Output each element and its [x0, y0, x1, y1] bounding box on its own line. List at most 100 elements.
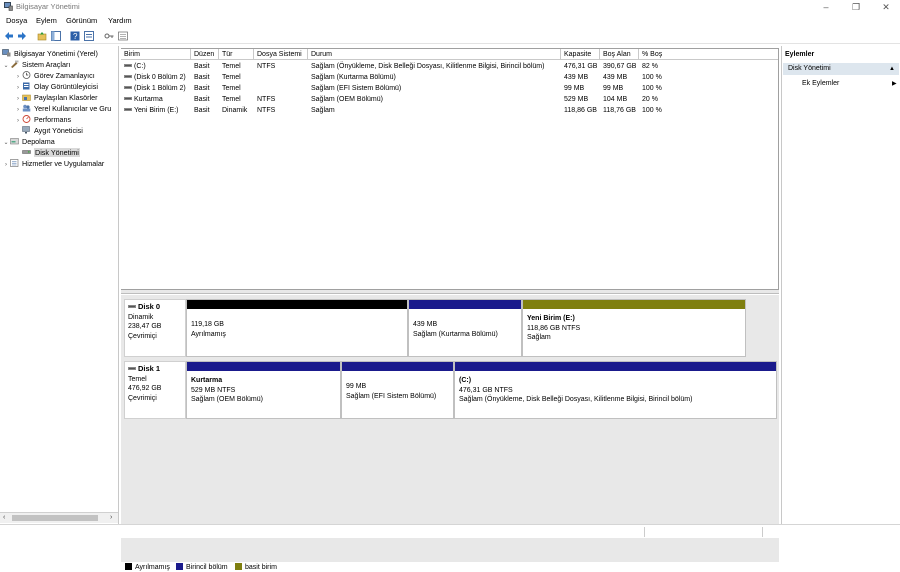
disk-type: Dinamik [128, 313, 154, 321]
disk-size: 476,92 GB [128, 385, 162, 392]
table-cell: NTFS [257, 63, 276, 70]
forward-icon[interactable] [17, 31, 27, 41]
table-cell: 100 % [642, 85, 662, 92]
actions-pane: Eylemler Disk Yönetimi ▲ Ek Eylemler ▶ [781, 46, 900, 524]
column-header-yuzde-bos[interactable]: % Boş [639, 49, 778, 60]
column-header-birim[interactable]: Birim [121, 49, 191, 60]
status-bar [0, 524, 900, 538]
tree-item-root[interactable]: Bilgisayar Yönetimi (Yerel) [2, 48, 98, 59]
partition-title: Kurtarma [191, 377, 223, 384]
table-cell: (Disk 0 Bölüm 2) [121, 72, 191, 83]
volume-name: Kurtarma [134, 96, 163, 103]
properties-icon[interactable] [84, 31, 94, 41]
legend-item-simple-volume: basit birim [235, 563, 277, 572]
tree-item-local-users[interactable]: › Yerel Kullanıcılar ve Gru [14, 103, 111, 114]
table-cell: Basit [194, 96, 210, 103]
tree-item-services[interactable]: › Hizmetler ve Uygulamalar [2, 158, 104, 169]
more-actions-item[interactable]: Ek Eylemler ▶ [802, 80, 897, 87]
table-cell: Basit [194, 85, 210, 92]
column-header-bos-alan[interactable]: Boş Alan [600, 49, 639, 60]
tree-horizontal-scrollbar[interactable]: ‹ › [0, 512, 118, 523]
restore-button[interactable]: ❐ [842, 0, 870, 14]
tree-item-event-viewer[interactable]: › Olay Görüntüleyicisi [14, 81, 98, 92]
close-button[interactable]: ✕ [872, 0, 900, 14]
partition-bar [342, 362, 453, 371]
partition-efi[interactable]: 99 MB Sağlam (EFI Sistem Bölümü) [341, 361, 454, 419]
partition-new-volume-e[interactable]: Yeni Birim (E:) 118,86 GB NTFS Sağlam [522, 299, 746, 357]
scroll-left-icon[interactable]: ‹ [3, 513, 5, 523]
tree-item-storage[interactable]: ⌄ Depolama [2, 136, 54, 149]
tree-item-shared-folders[interactable]: › Paylaşılan Klasörler [14, 92, 98, 103]
legend-swatch [235, 563, 242, 570]
submenu-arrow-icon: ▶ [892, 81, 897, 87]
tree-label-disk-management: Disk Yönetimi [34, 148, 80, 157]
partition-status: Sağlam (EFI Sistem Bölümü) [346, 392, 437, 400]
tree-item-task-scheduler[interactable]: › Görev Zamanlayıcı [14, 70, 95, 81]
table-cell: 82 % [642, 63, 658, 70]
disk-label[interactable]: Disk 1 Temel 476,92 GB Çevrimiçi [124, 361, 186, 419]
pane-splitter[interactable] [121, 290, 779, 294]
menu-yardim[interactable]: Yardım [108, 16, 132, 25]
table-row[interactable]: (Disk 0 Bölüm 2) Basit Temel Sağlam (Kurtar… [121, 72, 778, 83]
collapse-up-icon[interactable]: ▲ [889, 63, 895, 75]
legend-label: Birincil bölüm [186, 564, 228, 571]
menu-dosya[interactable]: Dosya [6, 16, 27, 25]
partition-bar [455, 362, 776, 371]
legend-swatch [176, 563, 183, 570]
menu-eylem[interactable]: Eylem [36, 16, 57, 25]
tree-item-system-tools[interactable]: ⌄ Sistem Araçları [2, 59, 70, 70]
table-cell: 439 MB [603, 74, 628, 81]
show-hide-tree-icon[interactable] [51, 31, 61, 41]
table-cell: 100 % [642, 107, 662, 114]
table-cell: 476,31 GB [564, 63, 598, 70]
scroll-thumb[interactable] [12, 515, 98, 521]
column-header-dosya-sistemi[interactable]: Dosya Sistemi [254, 49, 308, 60]
legend-swatch [125, 563, 132, 570]
partition-kurtarma[interactable]: Kurtarma 529 MB NTFS Sağlam (OEM Bölümü) [186, 361, 341, 419]
partition-size: 476,31 GB NTFS [459, 386, 513, 394]
volume-name: (C:) [134, 63, 146, 70]
menu-bar: Dosya Eylem Görünüm Yardım [0, 15, 900, 27]
table-row[interactable]: (C:) Basit Temel NTFS Sağlam (Önyükleme, Dis… [121, 61, 778, 72]
users-icon [22, 104, 31, 112]
chevron-down-icon[interactable]: ⌄ [2, 61, 10, 72]
partition-unallocated[interactable]: 119,18 GB Ayrılmamış [186, 299, 408, 357]
chevron-right-icon[interactable]: › [14, 116, 22, 127]
partition-c[interactable]: (C:) 476,31 GB NTFS Sağlam (Önyükleme, D… [454, 361, 777, 419]
table-cell: 20 % [642, 96, 658, 103]
table-row[interactable]: Kurtarma Basit Temel NTFS Sağlam (OEM Bölümü… [121, 94, 778, 105]
table-cell: NTFS [257, 96, 276, 103]
help-icon[interactable]: ? [70, 31, 80, 41]
partition-size: 119,18 GB [191, 321, 224, 328]
column-header-durum[interactable]: Durum [308, 49, 561, 60]
scroll-right-icon[interactable]: › [110, 513, 112, 523]
chevron-down-icon[interactable]: ⌄ [2, 138, 10, 149]
title-bar: Bilgisayar Yönetimi – ❐ ✕ [0, 0, 900, 14]
key-icon[interactable] [104, 31, 114, 41]
column-header-tur[interactable]: Tür [219, 49, 254, 60]
tree-item-disk-management[interactable]: Disk Yönetimi [22, 147, 80, 158]
chevron-right-icon[interactable]: › [2, 160, 10, 171]
tree-item-performance[interactable]: › Performans [14, 114, 71, 125]
computer-management-icon [2, 49, 11, 57]
table-row[interactable]: (Disk 1 Bölüm 2) Basit Temel Sağlam (EFI Si… [121, 83, 778, 94]
up-folder-icon[interactable] [37, 31, 47, 41]
partition-recovery[interactable]: 439 MB Sağlam (Kurtarma Bölümü) [408, 299, 522, 357]
disk-label[interactable]: Disk 0 Dinamik 238,47 GB Çevrimiçi [124, 299, 186, 357]
status-separator [644, 527, 645, 537]
table-row[interactable]: Yeni Birim (E:) Basit Dinamik NTFS Sağlam 118… [121, 105, 778, 116]
column-header-duzen[interactable]: Düzen [191, 49, 219, 60]
actions-section-disk-management[interactable]: Disk Yönetimi ▲ [783, 63, 899, 75]
table-cell: Sağlam (Önyükleme, Disk Belleği Dosyası,… [311, 63, 545, 70]
tree-item-device-manager[interactable]: Aygıt Yöneticisi [22, 125, 83, 136]
back-icon[interactable] [4, 31, 14, 41]
table-cell: Temel [222, 96, 241, 103]
menu-gorunum[interactable]: Görünüm [66, 16, 97, 25]
column-header-kapasite[interactable]: Kapasite [561, 49, 600, 60]
minimize-button[interactable]: – [812, 0, 840, 14]
legend-item-primary: Birincil bölüm [176, 563, 228, 572]
center-pane: Birim Düzen Tür Dosya Sistemi Durum Kapa… [121, 46, 779, 572]
table-cell: Sağlam (Kurtarma Bölümü) [311, 74, 396, 81]
list-view-icon[interactable] [118, 31, 128, 41]
tree-label-services: Hizmetler ve Uygulamalar [22, 159, 105, 168]
